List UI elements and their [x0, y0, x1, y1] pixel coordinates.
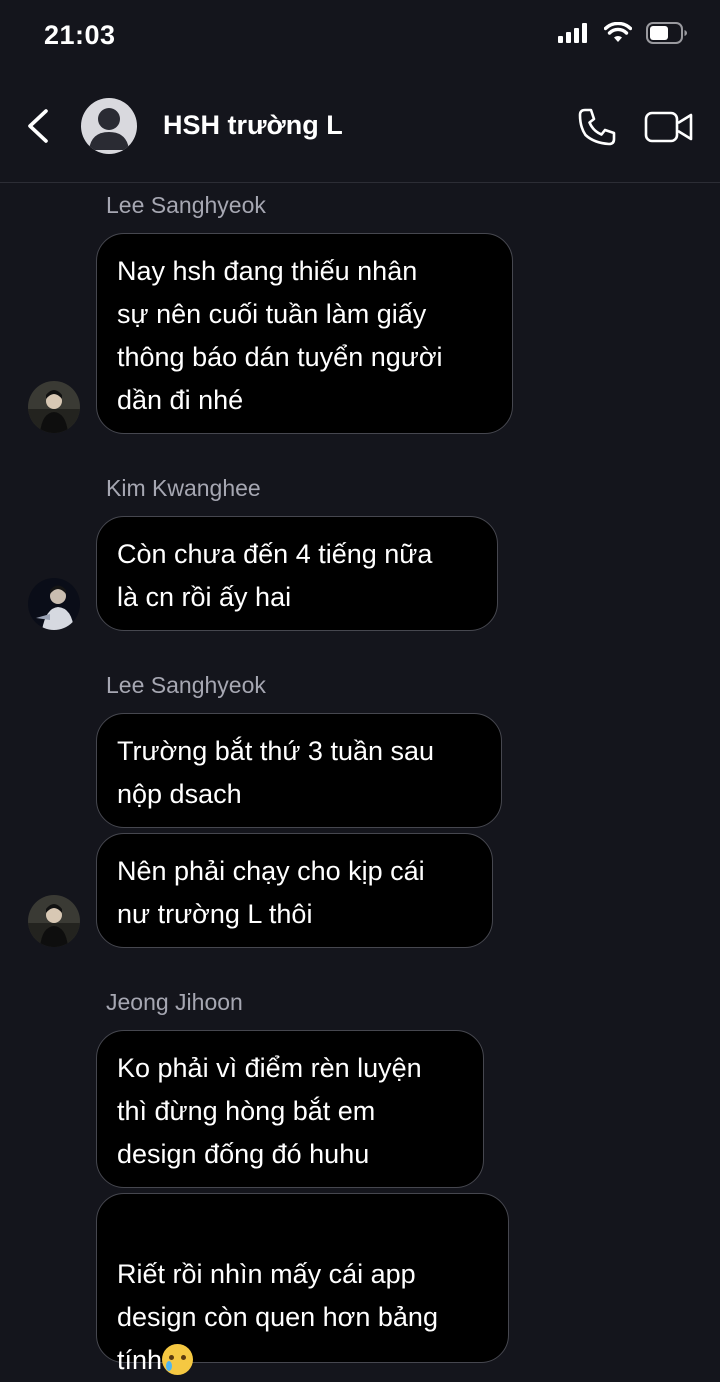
sender-name: Jeong Jihoon — [106, 989, 243, 1015]
message-bubble[interactable]: Ko phải vì điểm rèn luyện thì đừng hòng … — [96, 1030, 484, 1188]
sender-name: Kim Kwanghee — [106, 475, 261, 501]
status-time: 21:03 — [44, 20, 116, 50]
message-bubble[interactable]: Nay hsh đang thiếu nhân sự nên cuối tuần… — [96, 233, 513, 434]
wifi-icon — [604, 22, 632, 42]
face-holding-back-tears-icon — [162, 1344, 194, 1375]
message-bubble[interactable]: Trường bắt thứ 3 tuần sau nộp dsach — [96, 713, 502, 828]
signal-icon — [558, 23, 587, 43]
phone-icon[interactable] — [576, 106, 618, 148]
avatar-lee-sanghyeok[interactable] — [28, 895, 80, 947]
sender-name: Lee Sanghyeok — [106, 672, 266, 698]
sender-name: Lee Sanghyeok — [106, 192, 266, 218]
status-bar: 21:03 — [0, 0, 720, 72]
battery-icon — [646, 22, 687, 44]
message-bubble[interactable]: Nên phải chạy cho kịp cái nư trường L th… — [96, 833, 493, 948]
video-camera-icon[interactable] — [644, 108, 694, 146]
avatar-placeholder-icon[interactable] — [81, 98, 137, 154]
message-bubble[interactable]: Riết rồi nhìn mấy cái app design còn que… — [96, 1193, 509, 1375]
back-icon[interactable] — [22, 106, 56, 146]
avatar-kim-kwanghee[interactable] — [28, 578, 80, 630]
status-icons — [558, 22, 688, 44]
chat-title[interactable]: HSH trường L — [163, 110, 343, 141]
message-bubble[interactable]: Còn chưa đến 4 tiếng nữa là cn rồi ấy ha… — [96, 516, 498, 631]
chat-header: HSH trường L — [0, 72, 720, 183]
avatar-lee-sanghyeok[interactable] — [28, 381, 80, 433]
